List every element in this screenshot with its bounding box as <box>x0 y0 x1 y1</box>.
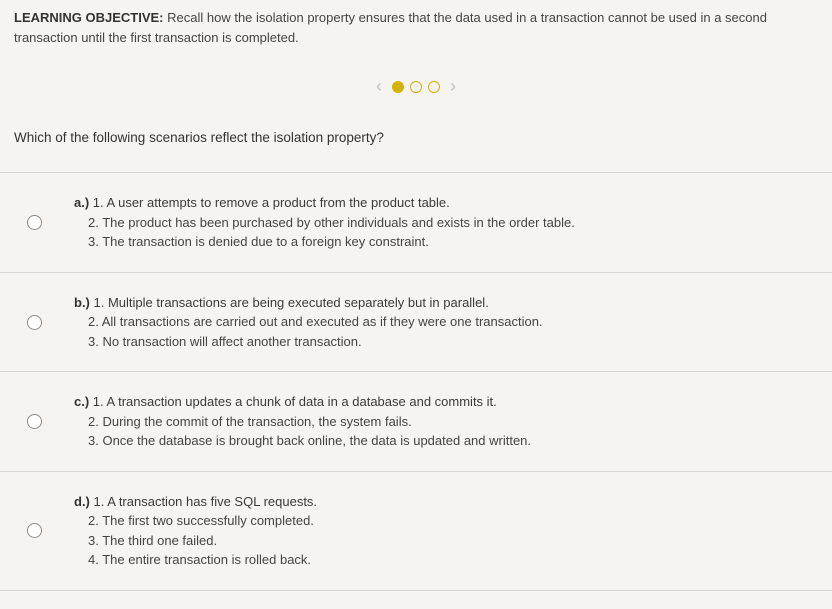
next-arrow[interactable]: › <box>450 73 456 100</box>
option-d-line-2: 2. The first two successfully completed. <box>88 511 818 531</box>
option-a-line-1: 1. A user attempts to remove a product f… <box>93 195 450 210</box>
radio-c[interactable] <box>27 414 42 429</box>
pagination-nav: ‹ › <box>0 55 832 128</box>
option-b-line-1: 1. Multiple transactions are being execu… <box>94 295 489 310</box>
dot-3[interactable] <box>428 81 440 93</box>
option-b-label: b.) <box>74 295 90 310</box>
option-c-line-1: 1. A transaction updates a chunk of data… <box>93 394 497 409</box>
option-d[interactable]: d.) 1. A transaction has five SQL reques… <box>0 471 832 591</box>
option-b-line-3: 3. No transaction will affect another tr… <box>88 332 818 352</box>
option-c-body: c.) 1. A transaction updates a chunk of … <box>74 392 818 451</box>
radio-a[interactable] <box>27 215 42 230</box>
pagination-dots <box>392 81 440 93</box>
dot-1[interactable] <box>392 81 404 93</box>
option-b[interactable]: b.) 1. Multiple transactions are being e… <box>0 272 832 372</box>
radio-d[interactable] <box>27 523 42 538</box>
option-d-body: d.) 1. A transaction has five SQL reques… <box>74 492 818 570</box>
option-c[interactable]: c.) 1. A transaction updates a chunk of … <box>0 371 832 471</box>
option-b-line-2: 2. All transactions are carried out and … <box>88 312 818 332</box>
option-a-label: a.) <box>74 195 89 210</box>
option-a-line-2: 2. The product has been purchased by oth… <box>88 213 818 233</box>
option-a-body: a.) 1. A user attempts to remove a produ… <box>74 193 818 252</box>
options-list: a.) 1. A user attempts to remove a produ… <box>0 172 832 591</box>
option-d-line-3: 3. The third one failed. <box>88 531 818 551</box>
option-b-body: b.) 1. Multiple transactions are being e… <box>74 293 818 352</box>
learning-objective-header: LEARNING OBJECTIVE: Recall how the isola… <box>0 0 832 55</box>
option-d-label: d.) <box>74 494 90 509</box>
prev-arrow[interactable]: ‹ <box>376 73 382 100</box>
option-a[interactable]: a.) 1. A user attempts to remove a produ… <box>0 172 832 272</box>
dot-2[interactable] <box>410 81 422 93</box>
option-d-line-4: 4. The entire transaction is rolled back… <box>88 550 818 570</box>
option-c-label: c.) <box>74 394 89 409</box>
option-c-line-2: 2. During the commit of the transaction,… <box>88 412 818 432</box>
option-a-line-3: 3. The transaction is denied due to a fo… <box>88 232 818 252</box>
learning-objective-label: LEARNING OBJECTIVE: <box>14 10 164 25</box>
question-text: Which of the following scenarios reflect… <box>0 128 832 172</box>
option-d-line-1: 1. A transaction has five SQL requests. <box>94 494 318 509</box>
option-c-line-3: 3. Once the database is brought back onl… <box>88 431 818 451</box>
radio-b[interactable] <box>27 315 42 330</box>
